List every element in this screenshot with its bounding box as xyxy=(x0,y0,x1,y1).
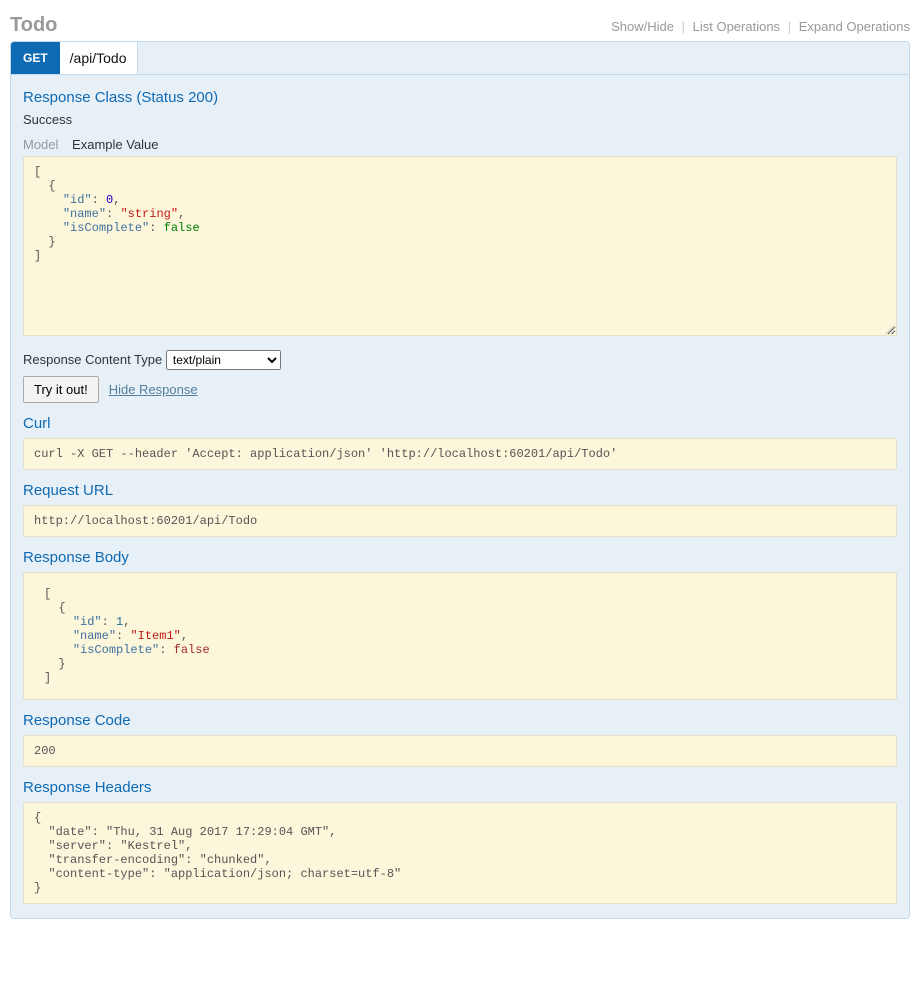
schema-tabs: Model Example Value xyxy=(23,137,897,152)
response-class-title: Response Class (Status 200) xyxy=(23,89,897,106)
endpoint-path: /api/Todo xyxy=(60,42,138,74)
curl-box: curl -X GET --header 'Accept: applicatio… xyxy=(23,438,897,470)
response-code-box: 200 xyxy=(23,735,897,767)
link-separator: | xyxy=(788,19,791,34)
request-url-title: Request URL xyxy=(23,482,897,499)
content-type-select[interactable]: text/plain xyxy=(166,350,281,370)
operation-body: Response Class (Status 200) Success Mode… xyxy=(11,75,909,918)
request-url-box: http://localhost:60201/api/Todo xyxy=(23,505,897,537)
list-operations-link[interactable]: List Operations xyxy=(693,19,780,34)
link-separator: | xyxy=(682,19,685,34)
response-code-title: Response Code xyxy=(23,712,897,729)
content-type-label: Response Content Type xyxy=(23,352,162,367)
expand-operations-link[interactable]: Expand Operations xyxy=(799,19,910,34)
tab-model[interactable]: Model xyxy=(23,137,58,152)
response-body-box: [ { "id": 1, "name": "Item1", "isComplet… xyxy=(23,572,897,700)
operation-links: Show/Hide | List Operations | Expand Ope… xyxy=(611,19,910,34)
resize-grip-icon[interactable] xyxy=(885,325,894,334)
response-class-status: Success xyxy=(23,112,897,127)
http-method-badge: GET xyxy=(11,42,60,74)
tab-example-value[interactable]: Example Value xyxy=(72,137,158,152)
operation-bar[interactable]: GET /api/Todo xyxy=(11,42,909,75)
try-it-out-button[interactable]: Try it out! xyxy=(23,376,99,403)
api-title[interactable]: Todo xyxy=(10,14,57,37)
curl-title: Curl xyxy=(23,415,897,432)
example-value-box[interactable]: [ { "id": 0, "name": "string", "isComple… xyxy=(23,156,897,336)
show-hide-link[interactable]: Show/Hide xyxy=(611,19,674,34)
operation-panel: GET /api/Todo Response Class (Status 200… xyxy=(10,41,910,919)
response-body-title: Response Body xyxy=(23,549,897,566)
response-headers-title: Response Headers xyxy=(23,779,897,796)
response-headers-box: { "date": "Thu, 31 Aug 2017 17:29:04 GMT… xyxy=(23,802,897,904)
content-type-row: Response Content Type text/plain xyxy=(23,350,897,370)
hide-response-link[interactable]: Hide Response xyxy=(109,382,198,397)
